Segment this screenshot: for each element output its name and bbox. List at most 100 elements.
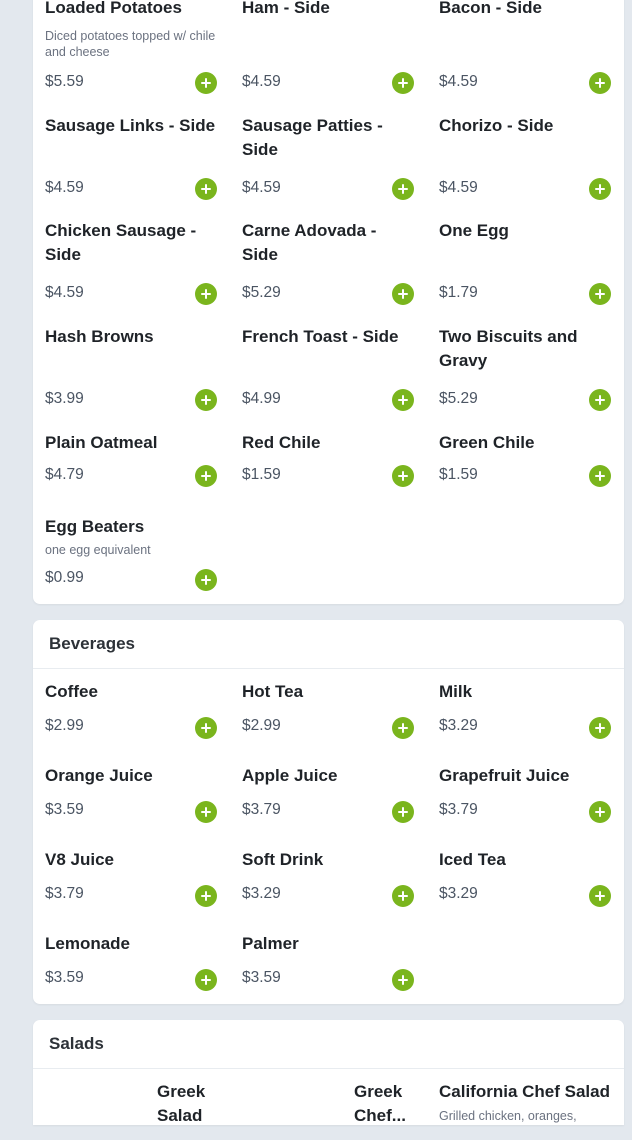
add-to-cart-button[interactable] (195, 885, 217, 907)
add-to-cart-button[interactable] (392, 969, 414, 991)
section-header: Beverages (33, 620, 624, 669)
add-to-cart-button[interactable] (195, 178, 217, 200)
section-title: Beverages (49, 634, 136, 653)
menu-item[interactable]: Soft Drink $3.29 (242, 848, 414, 918)
menu-item-name: Soft Drink (242, 850, 324, 869)
menu-item-price: $4.59 (45, 179, 84, 196)
menu-item-price: $4.99 (242, 390, 281, 407)
add-to-cart-button[interactable] (589, 72, 611, 94)
menu-item-name: Greek Chef... (354, 1082, 406, 1125)
menu-item[interactable]: Bacon - Side $4.59 (439, 0, 611, 96)
menu-item[interactable]: Apple Juice $3.79 (242, 764, 414, 834)
menu-item[interactable]: Egg Beaters one egg equivalent $0.99 (45, 515, 217, 595)
menu-item[interactable]: California Chef Salad Grilled chicken, o… (439, 1080, 619, 1140)
menu-item-name: Green Chile (439, 433, 535, 452)
add-to-cart-button[interactable] (392, 283, 414, 305)
menu-item-price: $5.59 (45, 73, 84, 90)
menu-item-name: Carne Adovada - Side (242, 221, 377, 264)
add-to-cart-button[interactable] (392, 178, 414, 200)
add-to-cart-button[interactable] (195, 717, 217, 739)
add-to-cart-button[interactable] (195, 283, 217, 305)
menu-item[interactable]: Hot Tea $2.99 (242, 680, 414, 750)
menu-item[interactable]: Carne Adovada - Side $5.29 (242, 219, 414, 309)
add-to-cart-button[interactable] (589, 465, 611, 487)
add-to-cart-button[interactable] (392, 72, 414, 94)
menu-item[interactable]: Sausage Patties - Side $4.59 (242, 114, 414, 204)
menu-item-description: one egg equivalent (45, 543, 151, 557)
menu-item[interactable]: Orange Juice $3.59 (45, 764, 217, 834)
menu-item-description: Grilled chicken, oranges, (439, 1109, 577, 1123)
menu-item[interactable]: French Toast - Side $4.99 (242, 325, 414, 415)
menu-item-name: Coffee (45, 682, 98, 701)
menu-item-name: Sausage Links - Side (45, 116, 216, 135)
menu-item-price: $4.79 (45, 466, 84, 483)
menu-item-image (45, 1080, 145, 1140)
menu-item-price: $2.99 (45, 717, 84, 734)
menu-item[interactable]: Greek Chef... (242, 1080, 427, 1140)
add-to-cart-button[interactable] (392, 389, 414, 411)
menu-item-price: $2.99 (242, 717, 281, 734)
menu-item-name: Orange Juice (45, 766, 153, 785)
section-header: Salads (33, 1020, 624, 1069)
menu-item-name: Bacon - Side (439, 0, 542, 17)
menu-item-price: $3.79 (45, 885, 84, 902)
add-to-cart-button[interactable] (195, 569, 217, 591)
menu-item-price: $3.59 (45, 801, 84, 818)
add-to-cart-button[interactable] (195, 969, 217, 991)
menu-item-name: Plain Oatmeal (45, 433, 158, 452)
add-to-cart-button[interactable] (589, 389, 611, 411)
menu-item[interactable]: Greek Salad (45, 1080, 230, 1140)
menu-item[interactable]: Red Chile $1.59 (242, 431, 414, 501)
add-to-cart-button[interactable] (195, 72, 217, 94)
add-to-cart-button[interactable] (195, 389, 217, 411)
menu-item-name: Ham - Side (242, 0, 330, 17)
beverages-section: Beverages Coffee $2.99 Hot Tea $2.99 Mil… (33, 620, 624, 1004)
menu-item[interactable]: Milk $3.29 (439, 680, 611, 750)
menu-item-name: Chorizo - Side (439, 116, 554, 135)
menu-item-price: $3.29 (242, 885, 281, 902)
menu-item[interactable]: Ham - Side $4.59 (242, 0, 414, 96)
menu-item[interactable]: V8 Juice $3.79 (45, 848, 217, 918)
add-to-cart-button[interactable] (589, 885, 611, 907)
menu-item-price: $4.59 (242, 73, 281, 90)
add-to-cart-button[interactable] (195, 801, 217, 823)
add-to-cart-button[interactable] (589, 283, 611, 305)
menu-item-price: $5.29 (242, 284, 281, 301)
menu-item[interactable]: Sausage Links - Side $4.59 (45, 114, 217, 204)
menu-item-name: One Egg (439, 221, 509, 240)
menu-item[interactable]: Coffee $2.99 (45, 680, 217, 750)
menu-item-price: $3.29 (439, 717, 478, 734)
menu-item[interactable]: Chicken Sausage - Side $4.59 (45, 219, 217, 309)
menu-item-price: $4.59 (45, 284, 84, 301)
add-to-cart-button[interactable] (195, 465, 217, 487)
menu-item[interactable]: Palmer $3.59 (242, 932, 414, 1002)
add-to-cart-button[interactable] (589, 801, 611, 823)
menu-item[interactable]: Lemonade $3.59 (45, 932, 217, 1002)
menu-item-price: $3.99 (45, 390, 84, 407)
menu-item-price: $3.29 (439, 885, 478, 902)
menu-item[interactable]: Hash Browns $3.99 (45, 325, 217, 415)
salads-section: Salads Greek Salad Greek Chef... Califor… (33, 1020, 624, 1125)
add-to-cart-button[interactable] (392, 717, 414, 739)
menu-item-name: French Toast - Side (242, 327, 399, 346)
menu-item[interactable]: One Egg $1.79 (439, 219, 611, 309)
menu-item[interactable]: Green Chile $1.59 (439, 431, 611, 501)
menu-item[interactable]: Iced Tea $3.29 (439, 848, 611, 918)
add-to-cart-button[interactable] (589, 178, 611, 200)
menu-item-name: Hot Tea (242, 682, 304, 701)
section-title: Salads (49, 1034, 104, 1053)
add-to-cart-button[interactable] (589, 717, 611, 739)
menu-item[interactable]: Loaded Potatoes Diced potatoes topped w/… (45, 0, 217, 96)
menu-item-image (242, 1080, 342, 1140)
add-to-cart-button[interactable] (392, 465, 414, 487)
menu-item-description: Diced potatoes topped w/ chile and chees… (45, 29, 216, 59)
menu-item-price: $3.79 (242, 801, 281, 818)
add-to-cart-button[interactable] (392, 885, 414, 907)
menu-item-price: $5.29 (439, 390, 478, 407)
menu-item[interactable]: Plain Oatmeal $4.79 (45, 431, 217, 501)
menu-item[interactable]: Chorizo - Side $4.59 (439, 114, 611, 204)
add-to-cart-button[interactable] (392, 801, 414, 823)
menu-item[interactable]: Two Biscuits and Gravy $5.29 (439, 325, 611, 415)
menu-item-name: Egg Beaters (45, 517, 145, 536)
menu-item[interactable]: Grapefruit Juice $3.79 (439, 764, 611, 834)
